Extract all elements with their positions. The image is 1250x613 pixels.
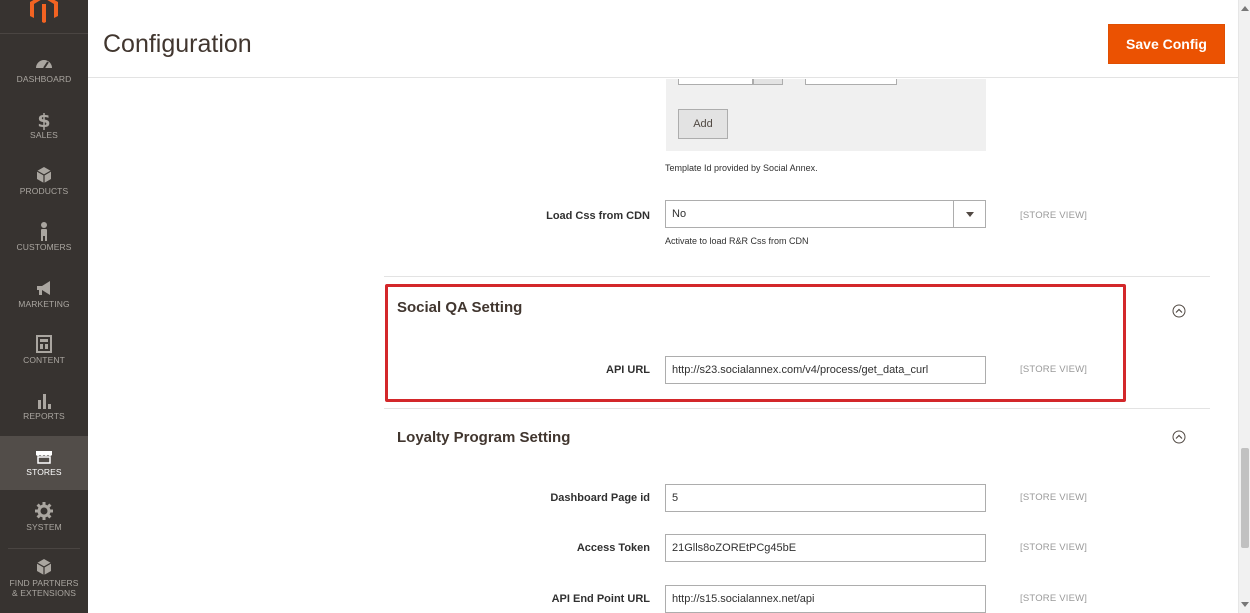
page-scrollbar[interactable] <box>1238 0 1250 613</box>
access-token-label: Access Token <box>576 542 650 554</box>
load-css-select-value: No <box>672 208 687 220</box>
section-divider-2 <box>384 408 1210 409</box>
magento-logo[interactable] <box>0 0 88 34</box>
page-header: Configuration Save Config <box>88 0 1238 78</box>
template-note: Template Id provided by Social Annex. <box>665 163 818 173</box>
scroll-down-icon[interactable] <box>1241 602 1249 607</box>
template-grid-input[interactable] <box>678 79 753 85</box>
nav-system-label: SYSTEM <box>26 522 62 532</box>
save-config-button[interactable]: Save Config <box>1108 24 1225 64</box>
nav-products[interactable]: PRODUCTS <box>0 164 88 196</box>
load-css-note: Activate to load R&R Css from CDN <box>665 236 809 246</box>
nav-find-partners-label-2: & EXTENSIONS <box>11 588 77 598</box>
partners-icon <box>36 559 52 575</box>
dashboard-page-id-label: Dashboard Page id <box>550 492 650 504</box>
nav-marketing-label: MARKETING <box>18 299 70 309</box>
admin-sidebar: DASHBOARD $ SALES PRODUCTS CUSTOMERS MAR… <box>0 0 88 613</box>
nav-products-label: PRODUCTS <box>19 186 69 196</box>
nav-find-partners-label: FIND PARTNERS <box>9 578 79 588</box>
gear-icon <box>35 502 53 520</box>
sidebar-divider <box>8 548 80 549</box>
nav-dashboard[interactable]: DASHBOARD <box>0 52 88 84</box>
config-content: Add Template Id provided by Social Annex… <box>88 79 1238 613</box>
dashboard-page-id-input[interactable]: 5 <box>665 484 986 512</box>
dashboard-icon <box>36 60 52 69</box>
api-endpoint-label: API End Point URL <box>551 593 650 605</box>
load-css-select[interactable]: No <box>665 200 986 228</box>
nav-stores-label: STORES <box>26 467 62 477</box>
access-token-scope: [STORE VIEW] <box>1020 542 1088 553</box>
nav-reports-label: REPORTS <box>23 411 65 421</box>
api-endpoint-input[interactable]: http://s15.socialannex.net/api <box>665 585 986 613</box>
nav-stores[interactable]: STORES <box>0 436 88 490</box>
access-token-input[interactable]: 21Glls8oZOREtPCg45bE <box>665 534 986 562</box>
add-button[interactable]: Add <box>678 109 728 139</box>
scroll-up-icon[interactable] <box>1241 6 1249 11</box>
nav-customers-label: CUSTOMERS <box>16 242 72 252</box>
chevron-down-icon[interactable] <box>953 201 985 227</box>
nav-marketing[interactable]: MARKETING <box>0 277 88 309</box>
load-css-label: Load Css from CDN <box>546 210 650 222</box>
section-divider <box>384 276 1210 277</box>
template-grid-input-2[interactable] <box>805 79 897 85</box>
dollar-icon: $ <box>37 110 50 130</box>
person-icon <box>41 222 47 241</box>
load-css-scope: [STORE VIEW] <box>1020 210 1088 221</box>
layout-icon <box>36 335 52 353</box>
nav-reports[interactable]: REPORTS <box>0 389 88 421</box>
page-title: Configuration <box>103 30 252 58</box>
scroll-thumb[interactable] <box>1241 448 1249 548</box>
nav-content[interactable]: CONTENT <box>0 333 88 365</box>
nav-dashboard-label: DASHBOARD <box>16 74 72 84</box>
nav-find-partners[interactable]: FIND PARTNERS & EXTENSIONS <box>0 556 88 598</box>
nav-customers[interactable]: CUSTOMERS <box>0 220 88 252</box>
nav-system[interactable]: SYSTEM <box>0 500 88 532</box>
template-grid: Add <box>666 79 986 151</box>
bar-chart-icon <box>38 394 51 409</box>
svg-text:$: $ <box>37 110 50 130</box>
collapse-icon[interactable] <box>1172 430 1186 444</box>
nav-sales[interactable]: $ SALES <box>0 108 88 140</box>
dashboard-page-id-scope: [STORE VIEW] <box>1020 492 1088 503</box>
box-icon <box>36 167 52 183</box>
template-grid-button[interactable] <box>753 79 783 85</box>
nav-sales-label: SALES <box>30 130 58 140</box>
collapse-icon[interactable] <box>1172 304 1186 318</box>
highlight-box <box>385 284 1126 402</box>
api-endpoint-scope: [STORE VIEW] <box>1020 593 1088 604</box>
nav-content-label: CONTENT <box>23 355 65 365</box>
loyalty-section-title[interactable]: Loyalty Program Setting <box>397 429 570 446</box>
store-icon <box>36 451 52 464</box>
megaphone-icon <box>37 281 50 295</box>
